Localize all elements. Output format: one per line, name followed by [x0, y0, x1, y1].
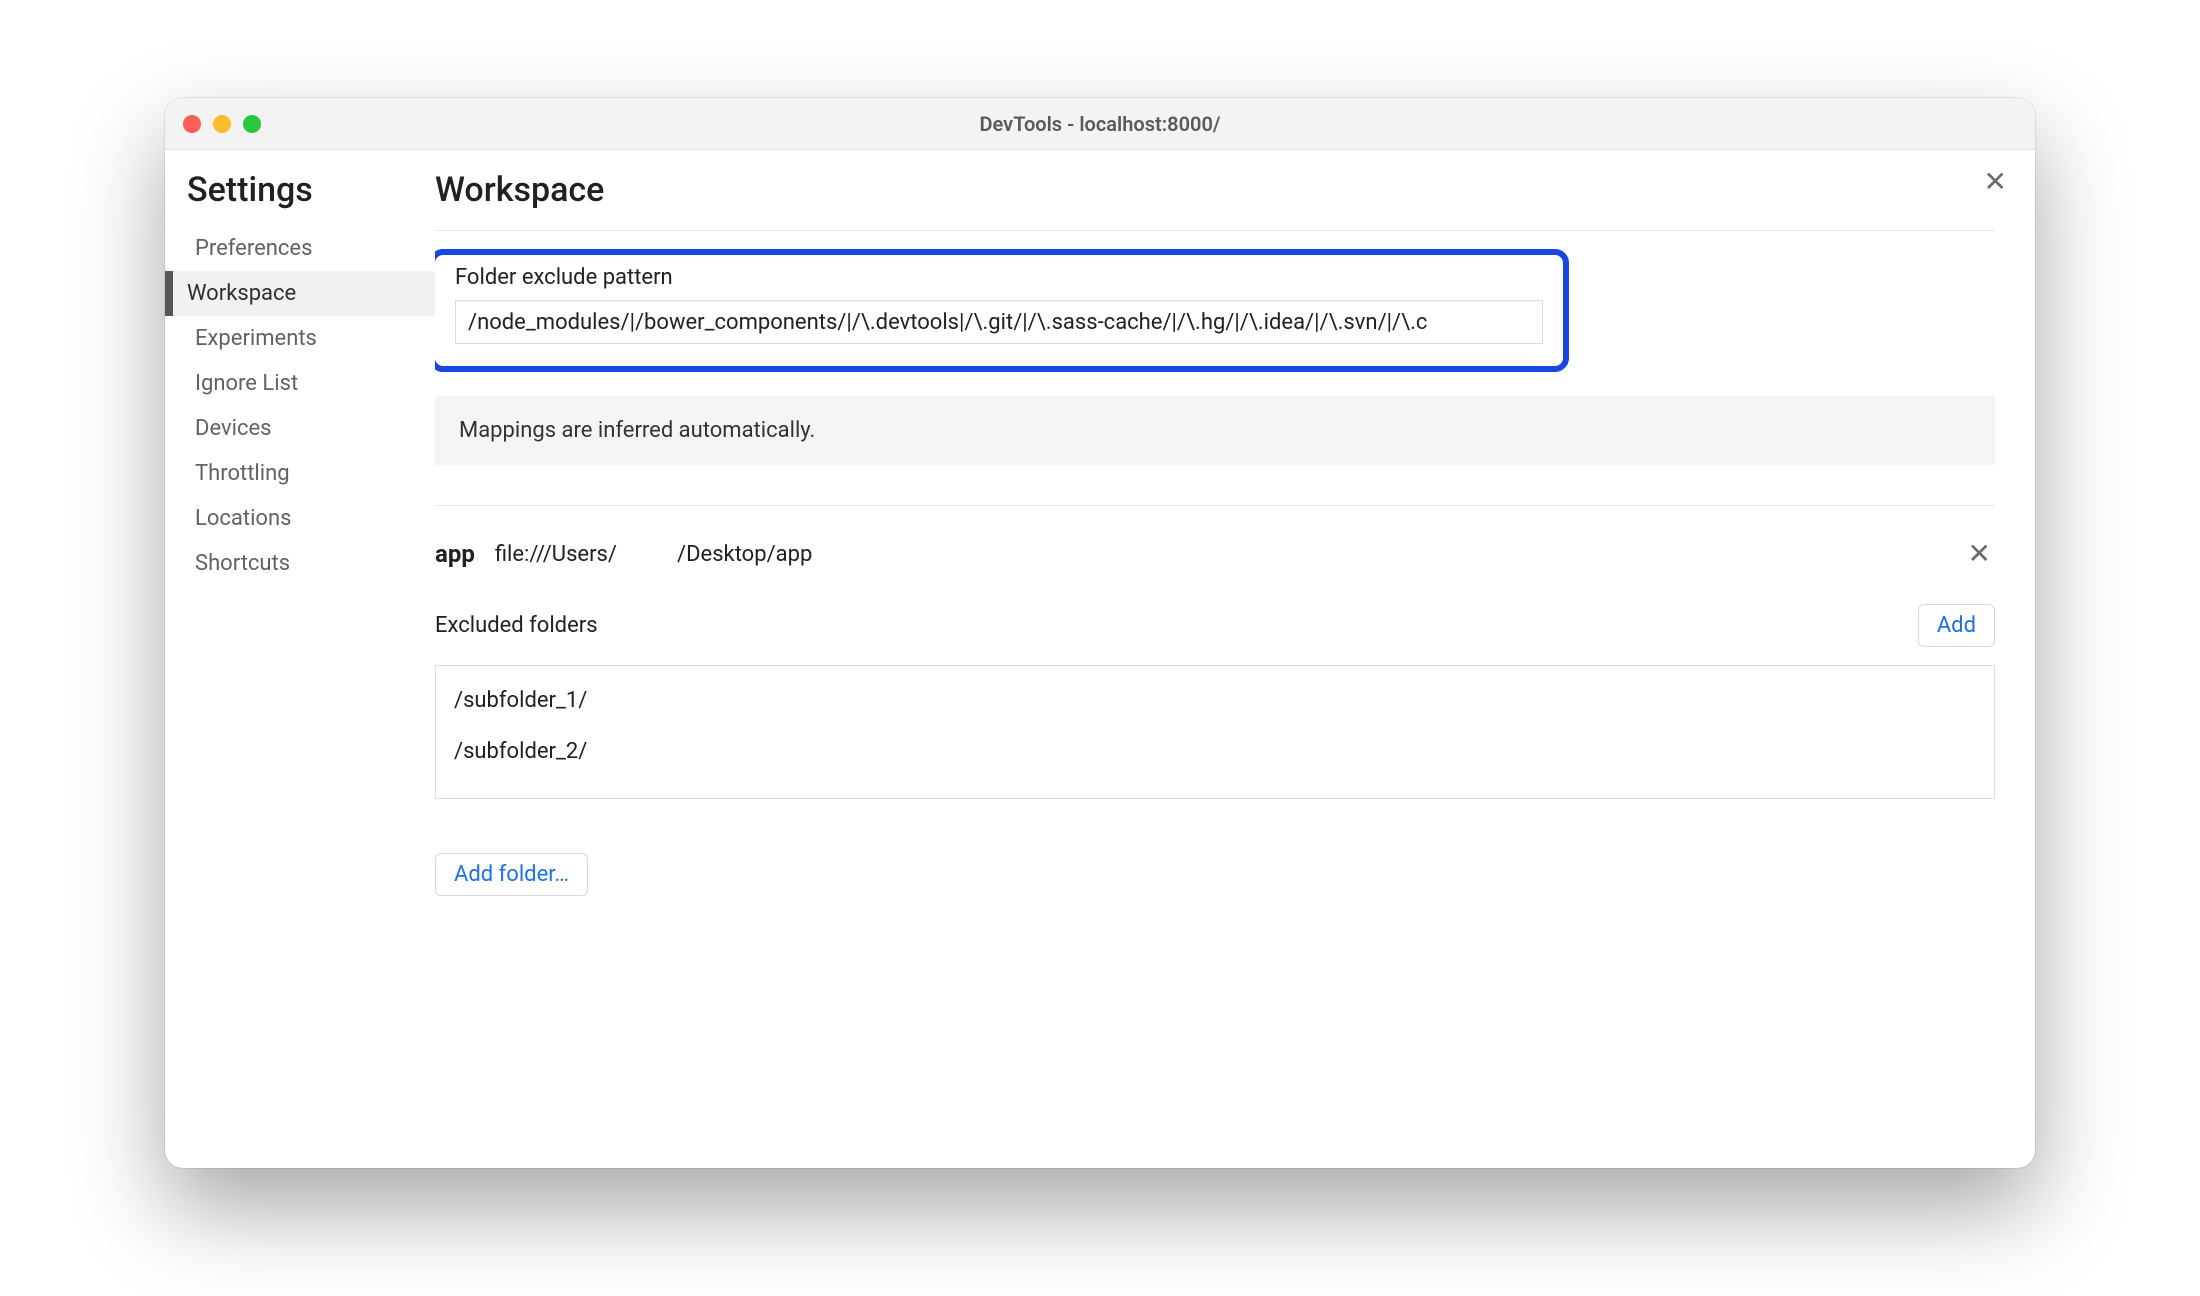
- sidebar-item-workspace[interactable]: Workspace: [165, 271, 435, 316]
- close-dot-icon[interactable]: [183, 115, 201, 133]
- sidebar-item-experiments[interactable]: Experiments: [165, 316, 435, 361]
- excluded-folder-item[interactable]: /subfolder_2/: [454, 739, 1976, 764]
- sidebar-item-locations[interactable]: Locations: [165, 496, 435, 541]
- add-folder-button[interactable]: Add folder…: [435, 853, 588, 896]
- workspace-folder-path: file:///Users/ /Desktop/app: [495, 542, 813, 567]
- close-icon[interactable]: ✕: [1984, 168, 2007, 196]
- folder-exclude-pattern-highlight: Folder exclude pattern: [435, 249, 1569, 372]
- excluded-folder-item[interactable]: /subfolder_1/: [454, 688, 1976, 713]
- workspace-folder-name: app: [435, 540, 475, 568]
- remove-folder-icon[interactable]: ✕: [1968, 540, 1991, 568]
- exclude-pattern-label: Folder exclude pattern: [455, 265, 1543, 290]
- settings-sidebar: Settings Preferences Workspace Experimen…: [165, 150, 435, 1168]
- excluded-folders-label: Excluded folders: [435, 613, 598, 638]
- mappings-info-banner: Mappings are inferred automatically.: [435, 396, 1995, 465]
- folder-path-suffix: /Desktop/app: [677, 542, 812, 567]
- sidebar-item-throttling[interactable]: Throttling: [165, 451, 435, 496]
- zoom-dot-icon[interactable]: [243, 115, 261, 133]
- settings-content: Workspace Folder exclude pattern Mapping…: [435, 150, 2035, 1168]
- devtools-settings-window: DevTools - localhost:8000/ ✕ Settings Pr…: [165, 98, 2035, 1168]
- sidebar-heading: Settings: [187, 170, 435, 210]
- exclude-pattern-input[interactable]: [455, 300, 1543, 344]
- folder-path-prefix: file:///Users/: [495, 542, 617, 567]
- divider: [435, 230, 1995, 231]
- page-heading: Workspace: [435, 170, 1995, 210]
- mac-titlebar: DevTools - localhost:8000/: [165, 98, 2035, 150]
- sidebar-item-shortcuts[interactable]: Shortcuts: [165, 541, 435, 586]
- workspace-folder-row: app file:///Users/ /Desktop/app ✕: [435, 540, 1995, 568]
- traffic-lights: [183, 115, 261, 133]
- excluded-folders-list: /subfolder_1/ /subfolder_2/: [435, 665, 1995, 799]
- window-title: DevTools - localhost:8000/: [165, 112, 2035, 136]
- divider: [435, 505, 1995, 506]
- sidebar-item-devices[interactable]: Devices: [165, 406, 435, 451]
- sidebar-item-preferences[interactable]: Preferences: [165, 226, 435, 271]
- sidebar-item-ignore-list[interactable]: Ignore List: [165, 361, 435, 406]
- add-excluded-button[interactable]: Add: [1918, 604, 1995, 647]
- minimize-dot-icon[interactable]: [213, 115, 231, 133]
